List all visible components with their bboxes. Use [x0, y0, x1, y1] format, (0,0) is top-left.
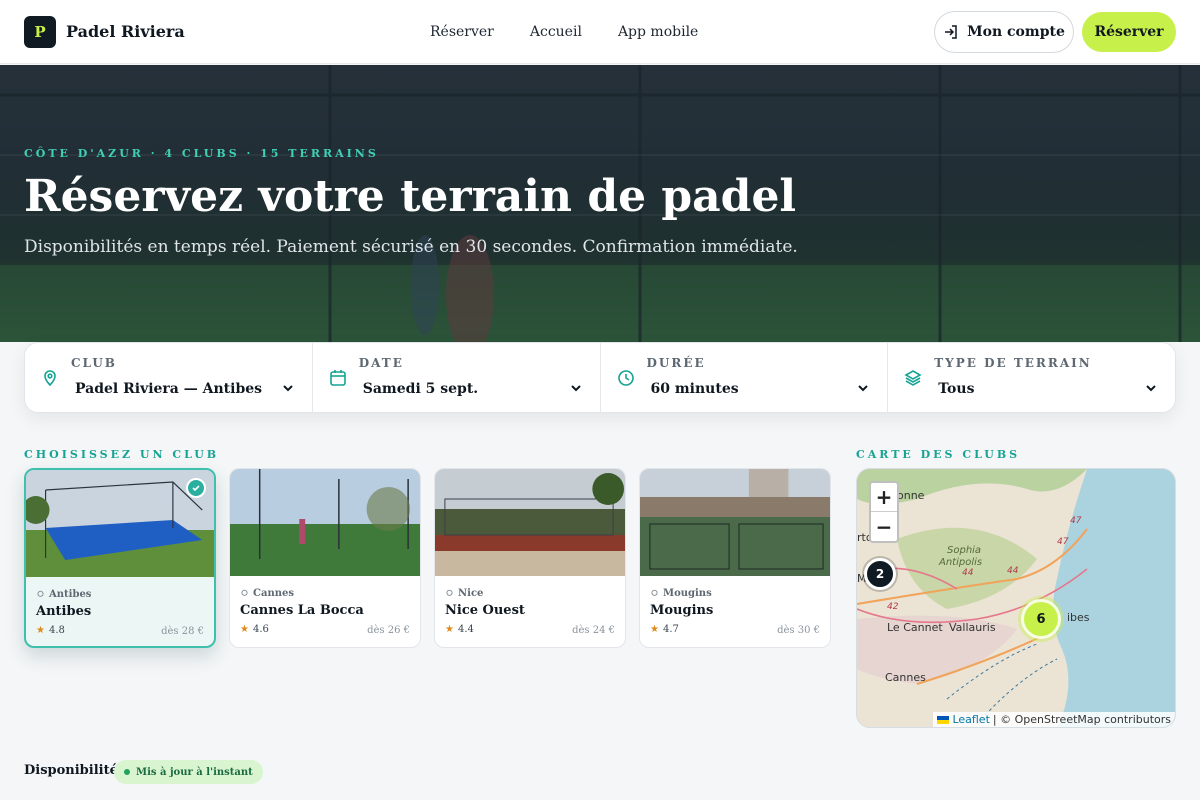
hero-subtitle: Disponibilités en temps réel. Paiement s… [24, 237, 798, 257]
court-type-select-label: TYPE DE TERRAIN [934, 356, 1092, 370]
club-rating: ★ 4.8 [36, 625, 65, 636]
account-button[interactable]: Mon compte [934, 11, 1074, 53]
club-card-antibes[interactable]: Antibes Antibes ★ 4.8 dès 28 € [24, 468, 216, 648]
map-place-label: Le Cannet [887, 621, 943, 634]
account-button-label: Mon compte [967, 24, 1065, 40]
club-card-mougins[interactable]: Mougins Mougins ★ 4.7 dès 30 € [639, 468, 831, 648]
club-card-cannes[interactable]: Cannes Cannes La Bocca ★ 4.6 dès 26 € [229, 468, 421, 648]
club-name: Nice Ouest [445, 603, 525, 618]
star-icon: ★ [445, 624, 454, 635]
club-select-label: CLUB [71, 356, 117, 370]
road-number: 42 [887, 602, 899, 612]
brand-name[interactable]: Padel Riviera [66, 22, 185, 41]
map-place-label: Sophia [947, 545, 981, 556]
attribution-text: | © OpenStreetMap contributors [992, 713, 1171, 726]
club-select-value: Padel Riviera — Antibes [75, 381, 263, 397]
date-select-label: DATE [358, 356, 404, 370]
court-type-select[interactable]: TYPE DE TERRAIN Tous [888, 343, 1175, 412]
map-attribution: Leaflet | © OpenStreetMap contributors [933, 712, 1175, 727]
location-pin-icon [651, 589, 658, 596]
club-rating: ★ 4.7 [650, 624, 679, 635]
date-select-value: Samedi 5 sept. [362, 381, 479, 397]
layers-icon [904, 370, 922, 386]
map-section-label: CARTE DES CLUBS [856, 448, 1021, 461]
duration-select[interactable]: DURÉE 60 minutes [601, 343, 889, 412]
club-city: Cannes [240, 588, 294, 599]
brand-logo[interactable]: P [24, 15, 56, 48]
map-cluster-marker[interactable]: 6 [1021, 599, 1061, 639]
chevron-down-icon [858, 385, 868, 392]
hero-kicker: CÔTE D'AZUR · 4 CLUBS · 15 TERRAINS [24, 147, 379, 160]
star-icon: ★ [240, 624, 249, 635]
date-select[interactable]: DATE Samedi 5 sept. [313, 343, 601, 412]
chevron-down-icon [570, 385, 581, 392]
hero-title: Réservez votre terrain de padel [24, 171, 797, 222]
nav-item-app-mobile[interactable]: App mobile [618, 24, 698, 40]
star-icon: ★ [650, 624, 659, 635]
zoom-out-button[interactable]: − [871, 512, 897, 541]
top-header: P Padel Riviera Réserver Accueil App mob… [0, 0, 1200, 64]
clock-icon [617, 370, 634, 386]
map-place-label: Cannes [885, 671, 926, 684]
live-dot-icon [124, 769, 130, 775]
reserve-button[interactable]: Réserver [1082, 12, 1176, 52]
map-place-label: onne [897, 489, 925, 502]
duration-select-value: 60 minutes [650, 381, 739, 397]
club-price: dès 24 € [572, 625, 615, 636]
road-number: 47 [1070, 516, 1082, 526]
map-place-label: ibes [1067, 611, 1090, 624]
live-update-label: Mis à jour à l'instant [136, 766, 253, 778]
club-price: dès 30 € [777, 625, 820, 636]
selected-check-icon [186, 478, 206, 498]
road-number: 44 [1007, 566, 1019, 576]
live-update-badge: Mis à jour à l'instant [114, 760, 263, 784]
ukraine-flag-icon [937, 715, 950, 724]
club-city: Antibes [36, 589, 91, 600]
club-name: Antibes [36, 604, 92, 619]
club-price: dès 26 € [367, 625, 410, 636]
chevron-down-icon [1146, 385, 1156, 392]
chevron-down-icon [283, 385, 293, 392]
nav-item-reserver[interactable]: Réserver [430, 24, 494, 40]
club-name: Cannes La Bocca [240, 603, 364, 618]
availability-title: Disponibilités [24, 763, 126, 778]
leaflet-link[interactable]: Leaflet [952, 713, 989, 726]
map-zoom-control: + − [869, 481, 899, 543]
club-rating: ★ 4.4 [445, 624, 474, 635]
main-nav: Réserver Accueil App mobile [430, 0, 698, 64]
hero-banner: CÔTE D'AZUR · 4 CLUBS · 15 TERRAINS Rése… [0, 65, 1200, 342]
club-price: dès 28 € [161, 626, 204, 637]
map-place-label: Antipolis [938, 557, 982, 568]
club-city: Mougins [650, 588, 712, 599]
calendar-icon [329, 370, 346, 386]
club-city: Nice [445, 588, 483, 599]
court-type-select-value: Tous [938, 381, 975, 397]
location-pin-icon [241, 589, 248, 596]
clubs-map[interactable]: onne rton Mo Sophia Antipolis Le Cannet … [856, 468, 1176, 728]
club-rating: ★ 4.6 [240, 624, 269, 635]
zoom-in-button[interactable]: + [871, 483, 897, 512]
map-tiles: onne rton Mo Sophia Antipolis Le Cannet … [857, 469, 1175, 727]
clubs-section-label: CHOISISSEZ UN CLUB [24, 448, 220, 461]
location-pin-icon [446, 589, 453, 596]
map-place-label: Vallauris [949, 621, 996, 634]
login-icon [945, 25, 957, 39]
club-photo [435, 469, 625, 576]
club-photo [640, 469, 830, 576]
road-number: 44 [962, 568, 974, 578]
booking-search-bar: CLUB Padel Riviera — Antibes DATE Samedi… [24, 342, 1176, 413]
nav-item-accueil[interactable]: Accueil [530, 24, 582, 40]
duration-select-label: DURÉE [646, 356, 706, 370]
club-select[interactable]: CLUB Padel Riviera — Antibes [25, 343, 313, 412]
club-name: Mougins [650, 603, 714, 618]
club-card-nice[interactable]: Nice Nice Ouest ★ 4.4 dès 24 € [434, 468, 626, 648]
location-pin-icon [44, 370, 56, 387]
road-number: 47 [1057, 537, 1069, 547]
star-icon: ★ [36, 625, 45, 636]
location-pin-icon [37, 590, 44, 597]
club-photo [230, 469, 420, 576]
map-cluster-marker[interactable]: 2 [864, 558, 896, 590]
